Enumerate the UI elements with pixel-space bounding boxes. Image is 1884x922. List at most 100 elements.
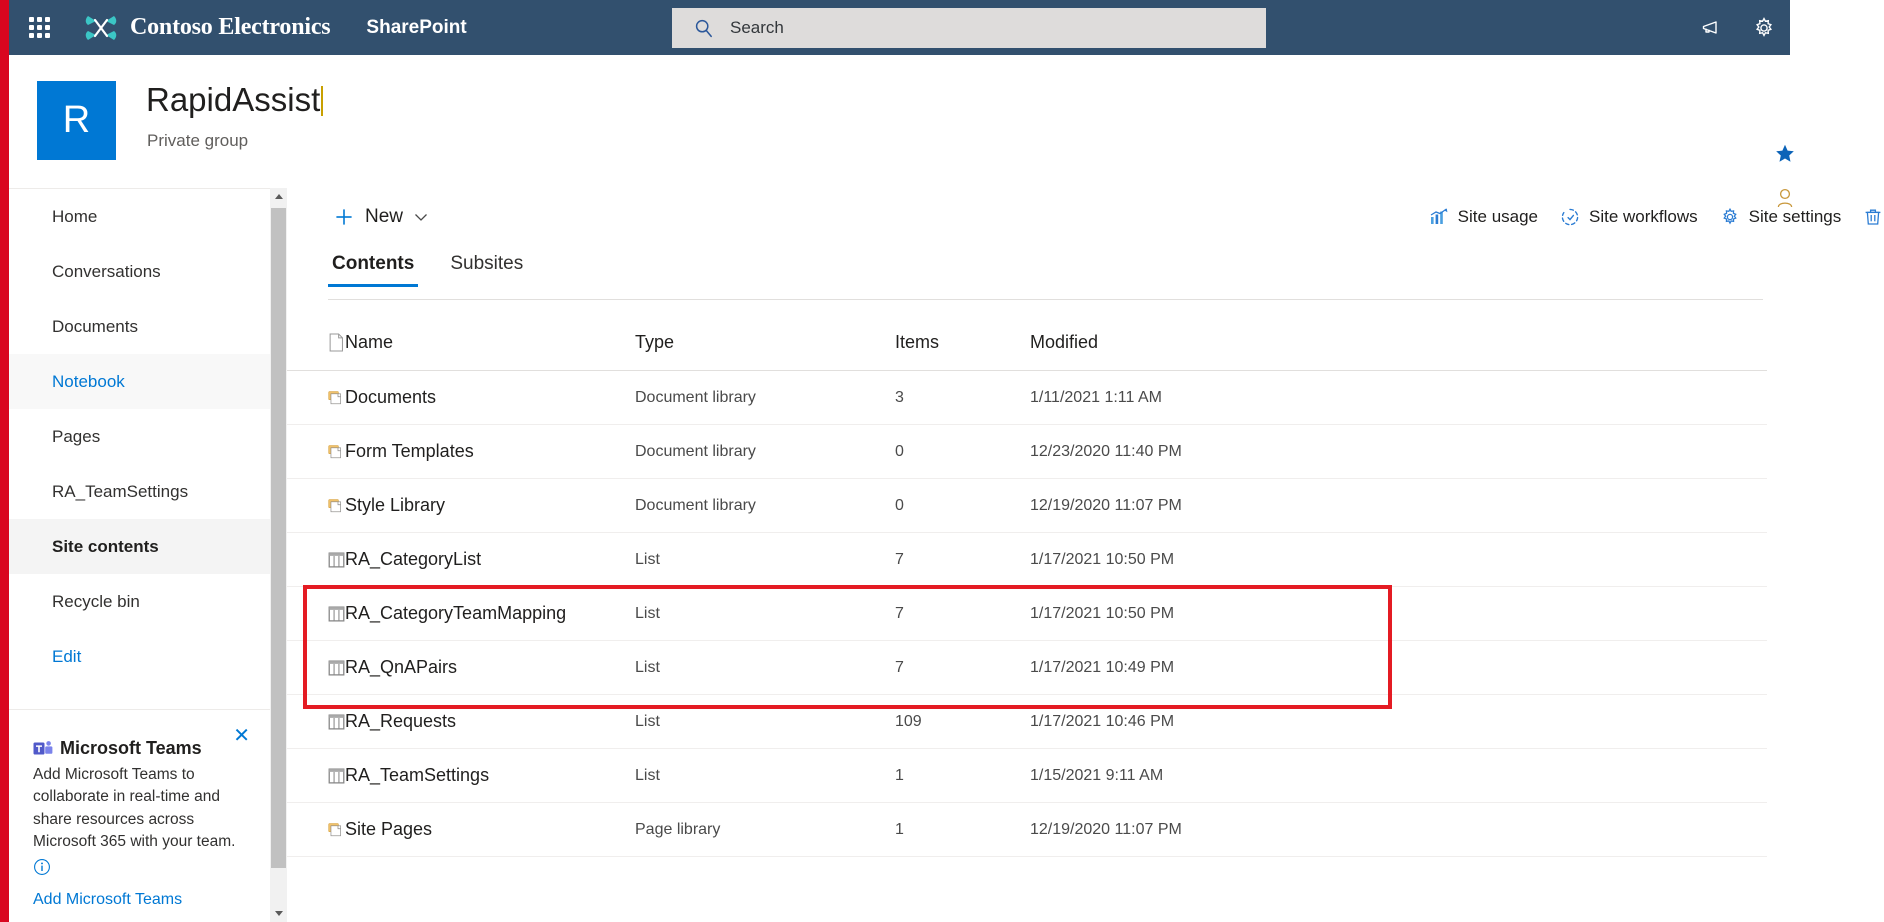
item-count: 7: [895, 604, 904, 622]
item-name[interactable]: RA_CategoryList: [345, 549, 635, 570]
list-icon: [287, 604, 345, 624]
follow-star-icon[interactable]: [1774, 143, 1796, 170]
teams-card-title-text: Microsoft Teams: [60, 738, 202, 758]
site-contents-table: Name Type Items Modified Documents Docum…: [287, 314, 1884, 857]
item-modified: 12/19/2020 11:07 PM: [1030, 820, 1182, 838]
sidebar-item-recycle-bin[interactable]: Recycle bin: [9, 574, 270, 629]
search-input-placeholder: Search: [730, 18, 784, 37]
column-header-name[interactable]: Name: [345, 332, 635, 353]
item-count: 109: [895, 712, 922, 730]
table-row[interactable]: Site Pages Page library 1 12/19/2020 11:…: [287, 803, 1767, 857]
tab-contents[interactable]: Contents: [328, 245, 419, 287]
site-header: R RapidAssist Private group: [9, 55, 1884, 208]
site-logo: R: [37, 81, 116, 160]
gear-icon: [1720, 207, 1740, 227]
list-icon: [287, 658, 345, 678]
item-name[interactable]: RA_QnAPairs: [345, 657, 635, 678]
item-count: 1: [895, 820, 904, 838]
item-count: 0: [895, 496, 904, 514]
info-icon[interactable]: [33, 858, 246, 881]
suite-navigation-bar: Contoso Electronics SharePoint Search: [0, 0, 1790, 55]
gear-icon[interactable]: [1738, 0, 1790, 55]
table-row[interactable]: Documents Document library 3 1/11/2021 1…: [287, 371, 1767, 425]
tab-subsites[interactable]: Subsites: [446, 245, 527, 287]
document-library-icon: [287, 441, 345, 462]
column-header-type[interactable]: Type: [635, 332, 895, 353]
sidebar-item-site-contents[interactable]: Site contents: [9, 519, 270, 574]
scroll-up-arrow-icon[interactable]: [270, 188, 287, 205]
site-members-icon[interactable]: [1775, 187, 1795, 214]
table-row[interactable]: RA_Requests List 109 1/17/2021 10:46 PM: [287, 695, 1767, 749]
item-modified: 1/17/2021 10:50 PM: [1030, 604, 1175, 622]
add-microsoft-teams-link[interactable]: Add Microsoft Teams: [33, 891, 246, 909]
scroll-down-arrow-icon[interactable]: [270, 905, 287, 922]
item-name[interactable]: Documents: [345, 387, 635, 408]
sidebar-item-conversations[interactable]: Conversations: [9, 244, 270, 299]
scrollbar-thumb[interactable]: [271, 208, 286, 868]
item-type: Document library: [635, 442, 756, 460]
microsoft-teams-promo-card: ✕ Microsoft Teams Add Microsoft Teams to…: [9, 714, 270, 909]
list-icon: [287, 550, 345, 570]
search-icon: [694, 18, 714, 38]
sidebar-item-pages[interactable]: Pages: [9, 409, 270, 464]
column-header-items[interactable]: Items: [895, 332, 1030, 353]
table-row[interactable]: RA_QnAPairs List 7 1/17/2021 10:49 PM: [287, 641, 1767, 695]
chevron-down-icon: [414, 212, 428, 222]
list-icon: [287, 712, 345, 732]
item-count: 7: [895, 658, 904, 676]
table-row[interactable]: RA_CategoryTeamMapping List 7 1/17/2021 …: [287, 587, 1767, 641]
sidebar-item-ra-teamsettings[interactable]: RA_TeamSettings: [9, 464, 270, 519]
document-library-icon: [287, 387, 345, 408]
item-count: 3: [895, 388, 904, 406]
sidebar-item-home[interactable]: Home: [9, 189, 270, 244]
item-name[interactable]: Form Templates: [345, 441, 635, 462]
item-type: Document library: [635, 388, 756, 406]
item-modified: 1/17/2021 10:46 PM: [1030, 712, 1175, 730]
new-button[interactable]: New: [328, 195, 434, 239]
item-type: Page library: [635, 820, 721, 838]
recycle-bin-button[interactable]: Re: [1863, 195, 1884, 239]
waffle-icon: [28, 17, 50, 38]
item-count: 7: [895, 550, 904, 568]
column-header-icon[interactable]: [287, 331, 345, 354]
item-name[interactable]: Site Pages: [345, 819, 635, 840]
command-bar-actions: Site usage Site workflows Site settings: [1407, 188, 1884, 245]
brand-accent-stripe: [0, 0, 9, 922]
app-launcher-button[interactable]: [18, 7, 60, 49]
item-count: 0: [895, 442, 904, 460]
command-bar: New Site usage Site workflows Site setti…: [287, 188, 1884, 245]
site-navigation: Home Conversations Documents Notebook Pa…: [9, 188, 270, 922]
teams-card-title: Microsoft Teams: [33, 738, 246, 759]
close-icon[interactable]: ✕: [233, 726, 250, 746]
page-title[interactable]: RapidAssist: [146, 81, 324, 119]
new-button-label: New: [365, 205, 404, 227]
site-usage-label: Site usage: [1457, 206, 1539, 226]
table-row[interactable]: RA_TeamSettings List 1 1/15/2021 9:11 AM: [287, 749, 1767, 803]
item-type: List: [635, 604, 660, 622]
site-workflows-button[interactable]: Site workflows: [1560, 195, 1698, 239]
megaphone-icon[interactable]: [1686, 0, 1738, 55]
site-usage-button[interactable]: Site usage: [1429, 195, 1538, 239]
item-modified: 12/23/2020 11:40 PM: [1030, 442, 1182, 460]
item-count: 1: [895, 766, 904, 784]
sidebar-item-edit[interactable]: Edit: [9, 629, 270, 684]
table-row[interactable]: Form Templates Document library 0 12/23/…: [287, 425, 1767, 479]
sidebar-item-documents[interactable]: Documents: [9, 299, 270, 354]
item-name[interactable]: Style Library: [345, 495, 635, 516]
item-name[interactable]: RA_CategoryTeamMapping: [345, 603, 635, 624]
item-name[interactable]: RA_Requests: [345, 711, 635, 732]
site-privacy-label: Private group: [147, 131, 249, 150]
item-modified: 12/19/2020 11:07 PM: [1030, 496, 1182, 514]
item-type: Document library: [635, 496, 756, 514]
column-header-modified[interactable]: Modified: [1030, 332, 1360, 353]
table-row[interactable]: Style Library Document library 0 12/19/2…: [287, 479, 1767, 533]
document-library-icon: [287, 819, 345, 840]
sidebar-scrollbar[interactable]: [270, 188, 287, 922]
document-library-icon: [287, 495, 345, 516]
app-name-sharepoint[interactable]: SharePoint: [366, 17, 466, 39]
search-box[interactable]: Search: [672, 8, 1266, 48]
item-modified: 1/11/2021 1:11 AM: [1030, 388, 1162, 406]
table-row[interactable]: RA_CategoryList List 7 1/17/2021 10:50 P…: [287, 533, 1767, 587]
item-name[interactable]: RA_TeamSettings: [345, 765, 635, 786]
sidebar-item-notebook[interactable]: Notebook: [9, 354, 270, 409]
